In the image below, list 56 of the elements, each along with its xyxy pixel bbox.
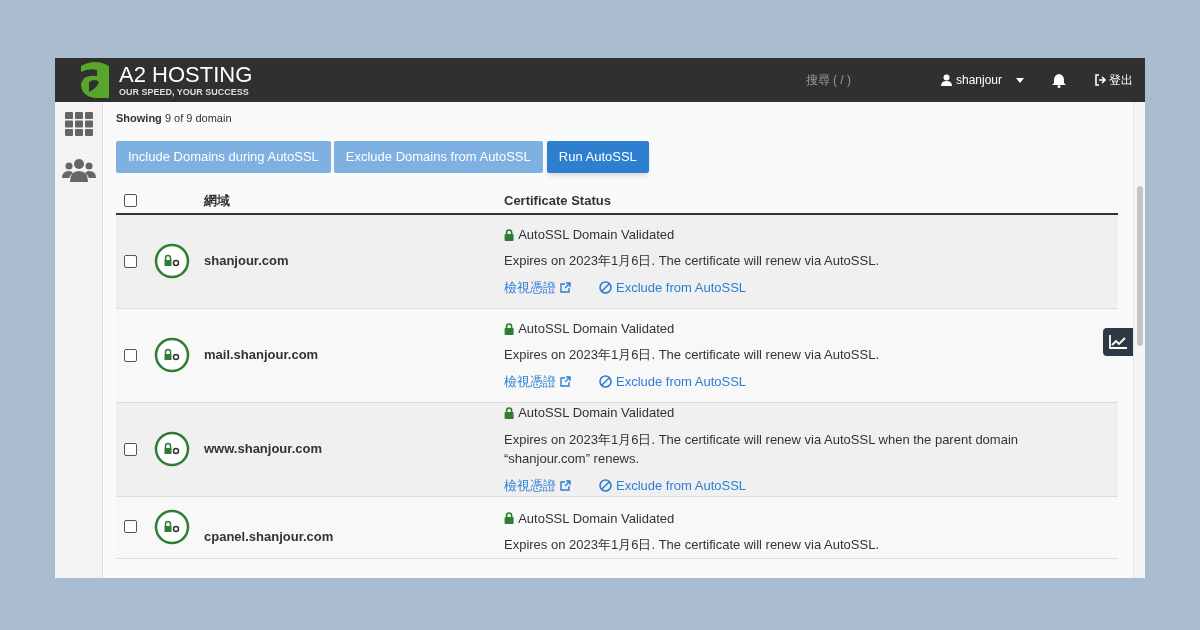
chart-button[interactable] [1103, 328, 1133, 356]
domain-name: mail.shanjour.com [204, 346, 320, 365]
action-button[interactable]: Include Domains during AutoSSL [116, 140, 331, 173]
view-certificate-link[interactable]: 檢視憑證 [504, 371, 571, 392]
checkbox[interactable] [124, 520, 137, 533]
action-button[interactable]: Run AutoSSL [546, 140, 649, 173]
ssl-status-icon [154, 431, 190, 467]
expiry-text: Expires on 2023年1月6日. The certificate will renew via AutoSSL. [504, 252, 880, 271]
status-text: AutoSSL Domain Validated [518, 225, 675, 244]
lock-icon [504, 228, 515, 241]
logout-icon [1094, 74, 1106, 86]
ban-icon [599, 375, 612, 388]
checkbox[interactable] [124, 442, 137, 456]
ssl-status-icon [154, 243, 190, 279]
external-link-icon [560, 282, 571, 293]
ban-icon [599, 281, 612, 294]
status-text: AutoSSL Domain Validated [518, 319, 675, 338]
domain-name: www.shanjour.com [204, 440, 323, 459]
users-icon[interactable] [61, 158, 96, 182]
exclude-link[interactable]: Exclude from AutoSSL [599, 277, 747, 298]
external-link-icon [560, 479, 571, 491]
checkbox[interactable] [124, 254, 137, 268]
bell-icon[interactable] [1052, 72, 1066, 88]
domain-name: shanjour.com [204, 252, 290, 271]
lock-icon [504, 322, 515, 335]
domain-name: cpanel.shanjour.com [204, 527, 335, 546]
search-field[interactable]: 搜尋 ( / ) [805, 71, 851, 89]
view-certificate-link[interactable]: 檢視憑證 [504, 475, 571, 495]
expiry-text: Expires on 2023年1月6日. The certificate will renew via AutoSSL. [504, 346, 880, 365]
logo-title: A2 HOSTING [119, 63, 253, 86]
ssl-status-icon [154, 337, 190, 373]
exclude-link[interactable]: Exclude from AutoSSL [599, 475, 747, 495]
column-header[interactable]: Certificate Status [504, 190, 611, 211]
lock-icon [504, 512, 515, 525]
checkbox[interactable] [124, 194, 137, 207]
grid-icon[interactable] [64, 112, 93, 136]
trend-chart-icon [1109, 335, 1127, 349]
status-text: AutoSSL Domain Validated [518, 509, 675, 528]
checkbox[interactable] [124, 348, 137, 362]
logo-tagline: OUR SPEED, YOUR SUCCESS [119, 87, 250, 97]
view-certificate-link[interactable]: 檢視憑證 [504, 277, 571, 298]
user-menu[interactable]: shanjour [940, 71, 1024, 89]
expiry-text: Expires on 2023年1月6日. The certificate will renew via AutoSSL. [504, 536, 880, 554]
caret-icon [1016, 77, 1024, 83]
ban-icon [599, 478, 612, 492]
action-button[interactable]: Exclude Domains from AutoSSL [333, 140, 543, 173]
user-icon [940, 74, 952, 86]
exclude-link[interactable]: Exclude from AutoSSL [599, 371, 747, 392]
showing-count: Showing 9 of 9 domain [116, 111, 233, 126]
logout-button[interactable]: 登出 [1094, 71, 1133, 89]
column-header[interactable]: 網域 [204, 190, 504, 211]
external-link-icon [560, 376, 571, 387]
ssl-status-icon [154, 508, 190, 545]
lock-icon [504, 406, 515, 419]
status-text: AutoSSL Domain Validated [518, 404, 675, 422]
expiry-text: Expires on 2023年1月6日. The certificate will renew via AutoSSL when the parent domain “shanjour.com” renews. [504, 430, 1019, 468]
